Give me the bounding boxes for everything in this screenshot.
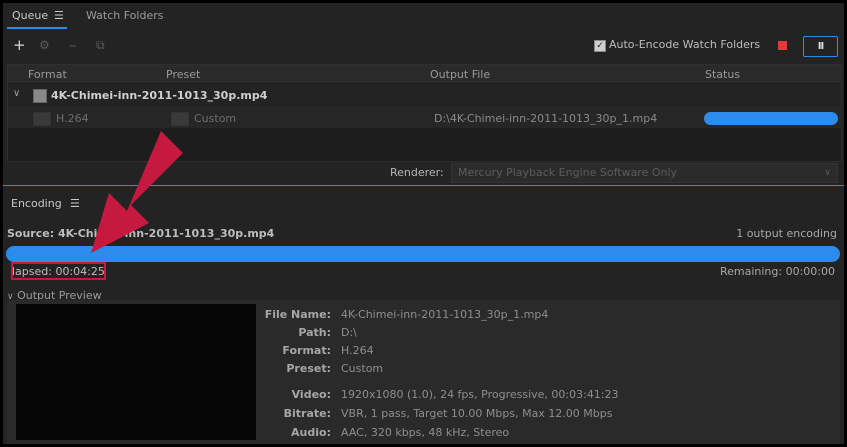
renderer-value: Mercury Playback Engine Software Only bbox=[458, 166, 678, 179]
video-file-icon bbox=[33, 89, 47, 103]
queue-table-header: Format Preset Output File Status bbox=[8, 65, 841, 84]
chevron-down-icon: ∨ bbox=[824, 168, 831, 178]
column-output-file[interactable]: Output File bbox=[430, 68, 490, 81]
info-value: Custom bbox=[341, 362, 384, 375]
output-file-path[interactable]: D:\4K-Chimei-inn-2011-1013_30p_1.mp4 bbox=[434, 112, 657, 125]
add-source-icon[interactable]: + bbox=[13, 37, 26, 53]
status-progress-bar bbox=[704, 112, 838, 125]
info-label: Audio: bbox=[291, 426, 331, 439]
auto-encode-label: Auto-Encode Watch Folders bbox=[609, 38, 761, 51]
info-label: Path: bbox=[298, 326, 331, 339]
source-filename: 4K-Chimei-inn-2011-1013_30p.mp4 bbox=[51, 89, 268, 102]
preset-settings-icon[interactable]: ⚙ bbox=[39, 37, 50, 53]
encoding-menu-icon[interactable]: ☰ bbox=[70, 197, 80, 210]
info-value: D:\ bbox=[341, 326, 357, 339]
info-label: File Name: bbox=[264, 308, 331, 321]
stop-queue-button[interactable] bbox=[778, 41, 787, 50]
info-label: Format: bbox=[282, 344, 331, 357]
duplicate-icon[interactable]: ⧉ bbox=[96, 37, 105, 53]
panel-tabbar: Queue ☰ Watch Folders bbox=[3, 3, 844, 29]
info-value: H.264 bbox=[341, 344, 374, 357]
info-value: AAC, 320 kbps, 48 kHz, Stereo bbox=[341, 426, 510, 439]
active-tab-indicator bbox=[7, 27, 67, 29]
info-value: VBR, 1 pass, Target 10.00 Mbps, Max 12.0… bbox=[341, 407, 613, 420]
column-status[interactable]: Status bbox=[705, 68, 740, 81]
preset-dropdown-icon[interactable] bbox=[171, 112, 189, 126]
annotation-arrow-icon bbox=[91, 131, 183, 253]
info-label: Preset: bbox=[286, 362, 331, 375]
media-encoder-window: Queue ☰ Watch Folders + ⚙ – ⧉ ✓ Auto-Enc… bbox=[3, 3, 844, 444]
format-dropdown-icon[interactable] bbox=[33, 112, 51, 126]
output-encoding-count: 1 output encoding bbox=[736, 227, 837, 240]
collapse-chevron-icon[interactable]: ∨ bbox=[13, 88, 20, 99]
info-label: Bitrate: bbox=[283, 407, 331, 420]
encoding-panel-title[interactable]: Encoding bbox=[11, 197, 62, 210]
annotation-highlight-box bbox=[11, 262, 106, 280]
queue-menu-icon[interactable]: ☰ bbox=[54, 9, 64, 22]
column-preset[interactable]: Preset bbox=[166, 68, 200, 81]
info-value: 4K-Chimei-inn-2011-1013_30p_1.mp4 bbox=[341, 308, 549, 321]
column-format[interactable]: Format bbox=[28, 68, 67, 81]
output-preset[interactable]: Custom bbox=[194, 112, 236, 125]
info-label: Video: bbox=[291, 388, 331, 401]
output-format[interactable]: H.264 bbox=[56, 112, 89, 125]
tab-queue[interactable]: Queue bbox=[12, 9, 48, 22]
pause-queue-button[interactable]: II bbox=[803, 36, 838, 57]
remove-icon[interactable]: – bbox=[69, 37, 77, 53]
renderer-label: Renderer: bbox=[390, 166, 444, 179]
remaining-time: Remaining: 00:00:00 bbox=[719, 265, 835, 278]
auto-encode-checkbox[interactable]: ✓ bbox=[594, 40, 606, 52]
renderer-select[interactable]: Mercury Playback Engine Software Only ∨ bbox=[451, 163, 838, 183]
info-value: 1920x1080 (1.0), 24 fps, Progressive, 00… bbox=[341, 388, 619, 401]
tab-watch-folders[interactable]: Watch Folders bbox=[86, 9, 163, 22]
